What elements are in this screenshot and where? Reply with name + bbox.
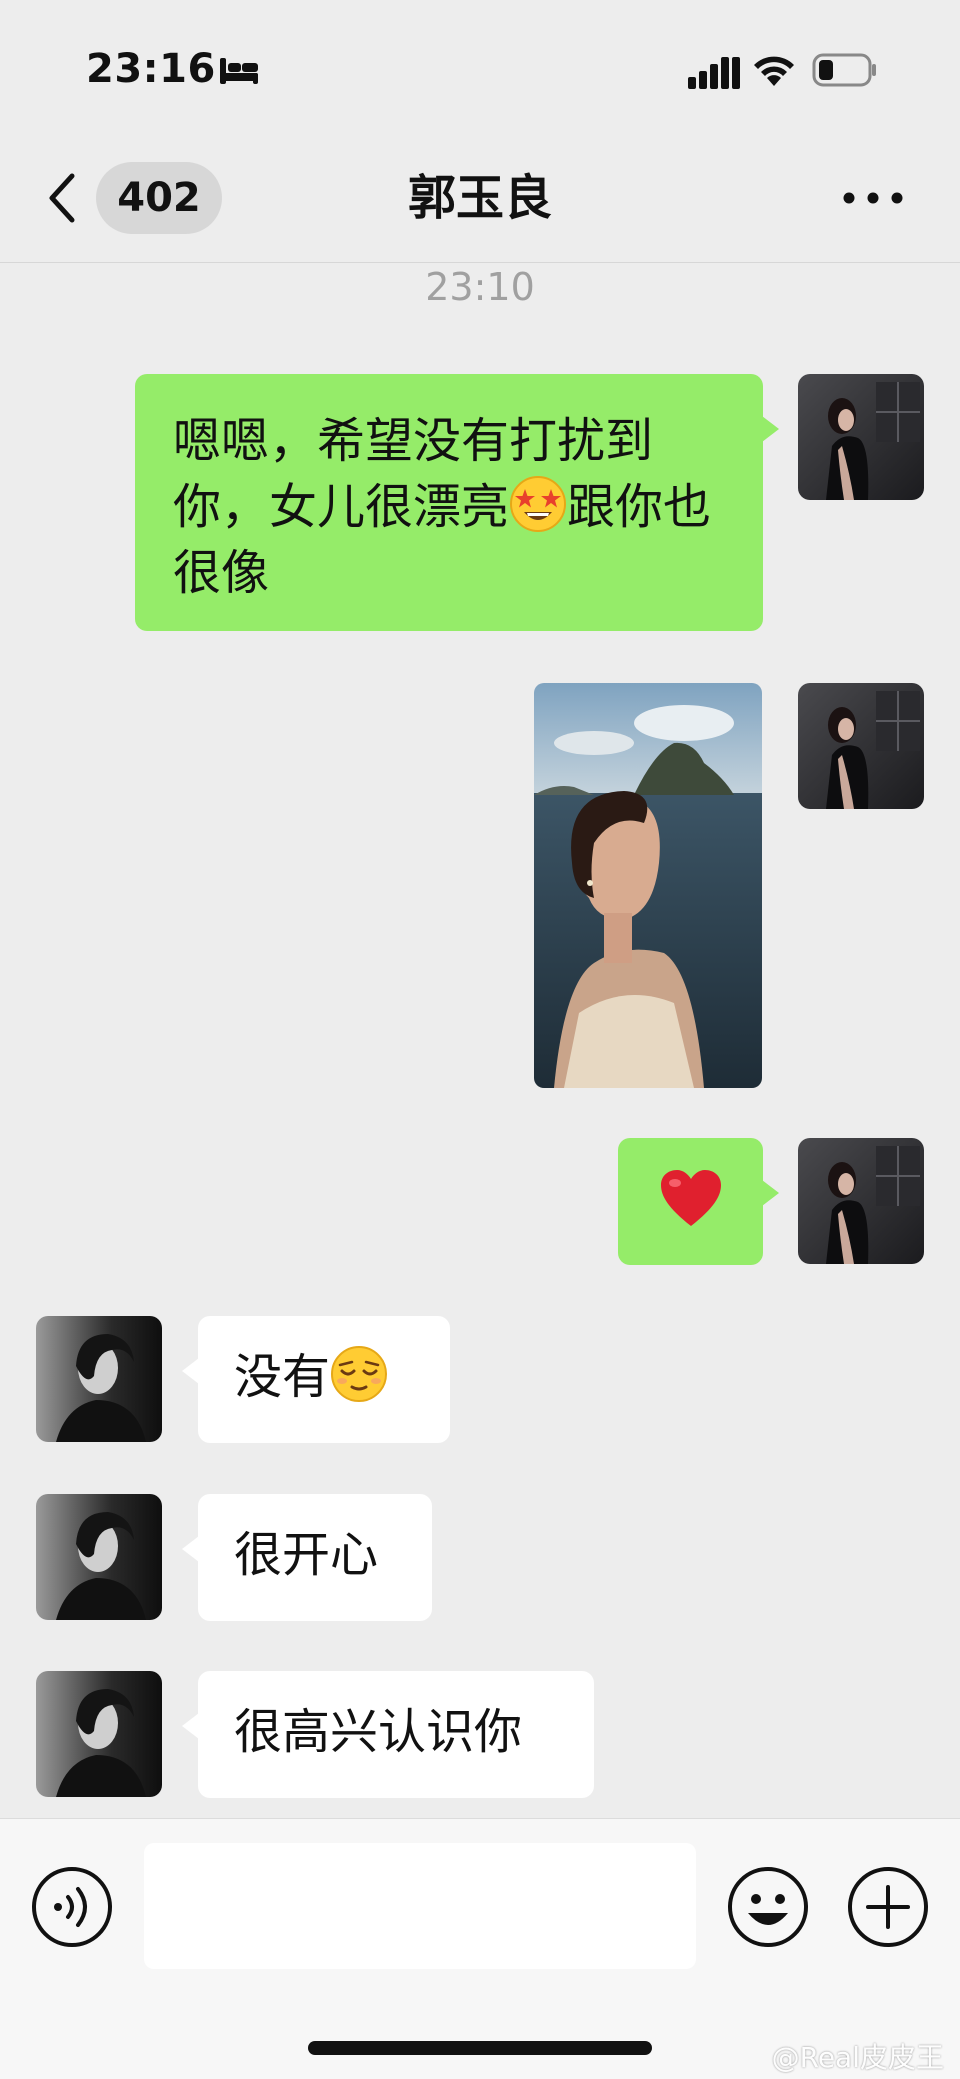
message-input[interactable] xyxy=(144,1843,696,1969)
wifi-icon xyxy=(754,56,794,86)
contact-avatar[interactable] xyxy=(36,1671,162,1797)
emoji-face-icon[interactable] xyxy=(726,1865,810,1949)
nav-bar: 402 郭玉良 xyxy=(0,150,960,263)
red-heart-emoji-icon xyxy=(661,1170,721,1226)
message-bubble-received[interactable]: 很高兴认识你 xyxy=(182,1671,594,1798)
voice-input-icon[interactable] xyxy=(30,1865,114,1949)
message-bubble-received[interactable]: 没有 xyxy=(182,1316,450,1443)
status-time: 23:16 xyxy=(86,46,216,92)
message-text: 没有 xyxy=(234,1344,420,1410)
message-text: 嗯嗯，希望没有打扰到你，女儿很漂亮 跟你也很像 xyxy=(173,413,712,601)
my-avatar[interactable] xyxy=(798,683,924,809)
add-plus-icon[interactable] xyxy=(846,1865,930,1949)
my-avatar[interactable] xyxy=(798,1138,924,1264)
chat-screen: 23:16 402 郭玉良 23:10 嗯嗯，希望没有打扰到你，女儿很漂亮 跟你… xyxy=(0,0,960,2079)
contact-avatar[interactable] xyxy=(36,1316,162,1442)
message-bubble-sent[interactable] xyxy=(618,1138,779,1265)
sent-photo[interactable] xyxy=(534,683,762,1088)
bed-icon xyxy=(220,58,258,84)
my-avatar[interactable] xyxy=(798,374,924,500)
ellipsis-icon[interactable] xyxy=(840,184,906,212)
relieved-face-emoji-icon xyxy=(331,1346,388,1402)
watermark: @Real皮皮王 xyxy=(771,2041,944,2074)
home-indicator[interactable] xyxy=(308,2041,652,2055)
battery-icon xyxy=(812,53,876,87)
message-text: 很开心 xyxy=(234,1527,379,1583)
message-bubble-received[interactable]: 很开心 xyxy=(182,1494,432,1621)
star-struck-emoji-icon xyxy=(510,476,567,532)
message-text: 很高兴认识你 xyxy=(234,1704,523,1760)
message-bubble-sent[interactable]: 嗯嗯，希望没有打扰到你，女儿很漂亮 跟你也很像 xyxy=(135,374,779,631)
message-timestamp: 23:10 xyxy=(425,265,535,309)
contact-avatar[interactable] xyxy=(36,1494,162,1620)
cellular-signal-icon xyxy=(688,57,740,89)
chat-title: 郭玉良 xyxy=(407,170,552,226)
